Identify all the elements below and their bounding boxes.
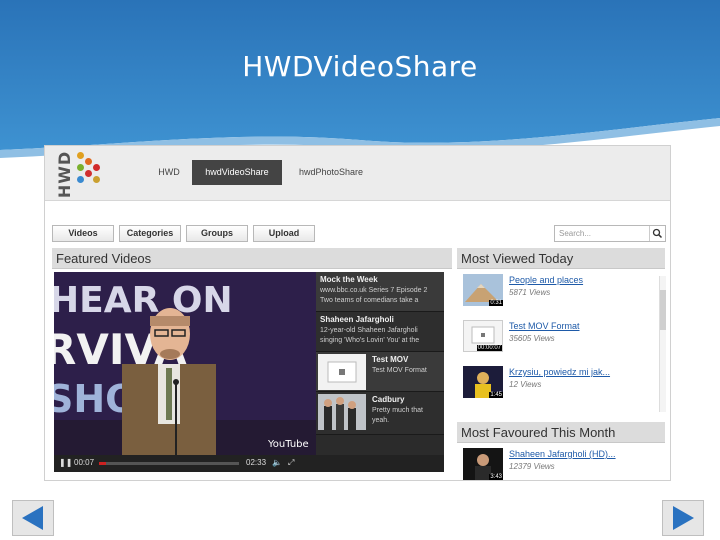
current-time: 00:07	[74, 458, 95, 467]
triangle-right-icon	[673, 506, 694, 530]
playlist-item-desc-line: Pretty much that	[372, 407, 423, 414]
upload-button[interactable]: Upload	[253, 225, 315, 242]
video-scene-image: HEAR ON RVIVA SHOW YouTube	[54, 272, 316, 455]
playlist-item-desc-line: www.bbc.co.uk Series 7 Episode 2	[320, 287, 428, 294]
video-thumbnail: 1:45	[463, 366, 503, 398]
triangle-left-icon	[22, 506, 43, 530]
playlist-item-title: Shaheen Jafargholi	[320, 315, 394, 324]
playlist-item-desc-line: yeah.	[372, 417, 390, 424]
logo-text: HWD	[55, 150, 75, 199]
scrollbar[interactable]	[659, 276, 666, 412]
nav-tab-hwdvideoshare[interactable]: hwdVideoShare	[192, 160, 282, 185]
hwd-logo: HWD	[49, 150, 109, 199]
player-controls: ❚❚ 00:07 02:33 🔈 ⤢	[54, 455, 444, 472]
video-title-link[interactable]: Test MOV Format	[509, 321, 580, 331]
video-thumbnail: 00:00:07	[463, 320, 503, 352]
playlist-item-desc-line: Test MOV Format	[372, 367, 427, 374]
website-screenshot: HWD HWD hwdVideoShare hwdPhotoShare Vide…	[44, 145, 671, 481]
playlist-item[interactable]: Shaheen Jafargholi 12-year-old Shaheen J…	[316, 312, 444, 352]
featured-videos-heading: Featured Videos	[52, 248, 452, 269]
categories-button[interactable]: Categories	[119, 225, 181, 242]
list-item[interactable]: 0:31 People and places 5871 Views	[459, 270, 654, 314]
view-count: 35605 Views	[509, 334, 555, 343]
playlist-item-desc-line: singing 'Who's Lovin' You' at the	[320, 337, 420, 344]
most-favoured-heading: Most Favoured This Month	[457, 422, 665, 443]
most-viewed-list: 0:31 People and places 5871 Views 00:00:…	[459, 270, 665, 412]
search-icon[interactable]	[649, 226, 665, 241]
duration-badge: 1:45	[489, 392, 503, 398]
duration-badge: 3:43	[489, 474, 503, 480]
scrollbar-thumb[interactable]	[660, 290, 666, 330]
most-favoured-list: 3:43 Shaheen Jafargholi (HD)... 12379 Vi…	[459, 444, 665, 480]
progress-bar[interactable]	[99, 462, 239, 465]
playlist-item-title: Test MOV	[372, 355, 409, 364]
playlist-thumbnail	[318, 354, 366, 390]
duration-badge: 0:31	[489, 300, 503, 306]
view-count: 12379 Views	[509, 462, 555, 471]
list-item[interactable]: 1:45 Krzysiu, powiedz mi jak... 12 Views	[459, 362, 654, 406]
previous-slide-button[interactable]	[12, 500, 54, 536]
progress-fill	[99, 462, 106, 465]
video-thumbnail: 0:31	[463, 274, 503, 306]
view-count: 12 Views	[509, 380, 542, 389]
playlist-item[interactable]: Mock the Week www.bbc.co.uk Series 7 Epi…	[316, 272, 444, 312]
list-item[interactable]: 3:43 Shaheen Jafargholi (HD)... 12379 Vi…	[459, 444, 654, 480]
video-thumbnail: 3:43	[463, 448, 503, 480]
videos-button[interactable]: Videos	[52, 225, 114, 242]
featured-playlist: Mock the Week www.bbc.co.uk Series 7 Epi…	[316, 272, 444, 455]
most-viewed-heading: Most Viewed Today	[457, 248, 665, 269]
svg-text:HEAR ON: HEAR ON	[54, 280, 233, 321]
nav-tab-hwd[interactable]: HWD	[149, 160, 189, 185]
video-player[interactable]: HEAR ON RVIVA SHOW YouTube Mock the Week…	[54, 272, 444, 472]
slide-title: HWDVideoShare	[242, 50, 478, 83]
list-item[interactable]: 00:00:07 Test MOV Format 35605 Views	[459, 316, 654, 360]
pause-icon[interactable]: ❚❚	[59, 458, 72, 467]
playlist-thumbnail	[318, 394, 366, 430]
playlist-item[interactable]: Cadbury Pretty much that yeah.	[316, 392, 444, 435]
site-header: HWD HWD hwdVideoShare hwdPhotoShare	[45, 146, 670, 201]
video-title-link[interactable]: Krzysiu, powiedz mi jak...	[509, 367, 610, 377]
total-time: 02:33	[246, 458, 267, 467]
search-placeholder: Search...	[559, 229, 592, 238]
duration-badge: 00:00:07	[476, 345, 502, 351]
view-count: 5871 Views	[509, 288, 551, 297]
volume-icon[interactable]: 🔈	[272, 458, 282, 467]
video-frame[interactable]: HEAR ON RVIVA SHOW YouTube	[54, 272, 316, 455]
video-title-link[interactable]: Shaheen Jafargholi (HD)...	[509, 449, 616, 459]
youtube-watermark: YouTube	[267, 439, 309, 450]
fullscreen-icon[interactable]: ⤢	[288, 458, 294, 468]
next-slide-button[interactable]	[662, 500, 704, 536]
playlist-item-desc-line: Two teams of comedians take a	[320, 297, 419, 304]
groups-button[interactable]: Groups	[186, 225, 248, 242]
playlist-item[interactable]: Test MOV Test MOV Format	[316, 352, 444, 392]
video-title-link[interactable]: People and places	[509, 275, 583, 285]
search-input[interactable]: Search...	[554, 225, 666, 242]
playlist-item-desc-line: 12-year-old Shaheen Jafargholi	[320, 327, 418, 334]
playlist-item-title: Mock the Week	[320, 275, 378, 284]
playlist-item-title: Cadbury	[372, 395, 405, 404]
nav-tab-hwdphotoshare[interactable]: hwdPhotoShare	[288, 160, 374, 185]
